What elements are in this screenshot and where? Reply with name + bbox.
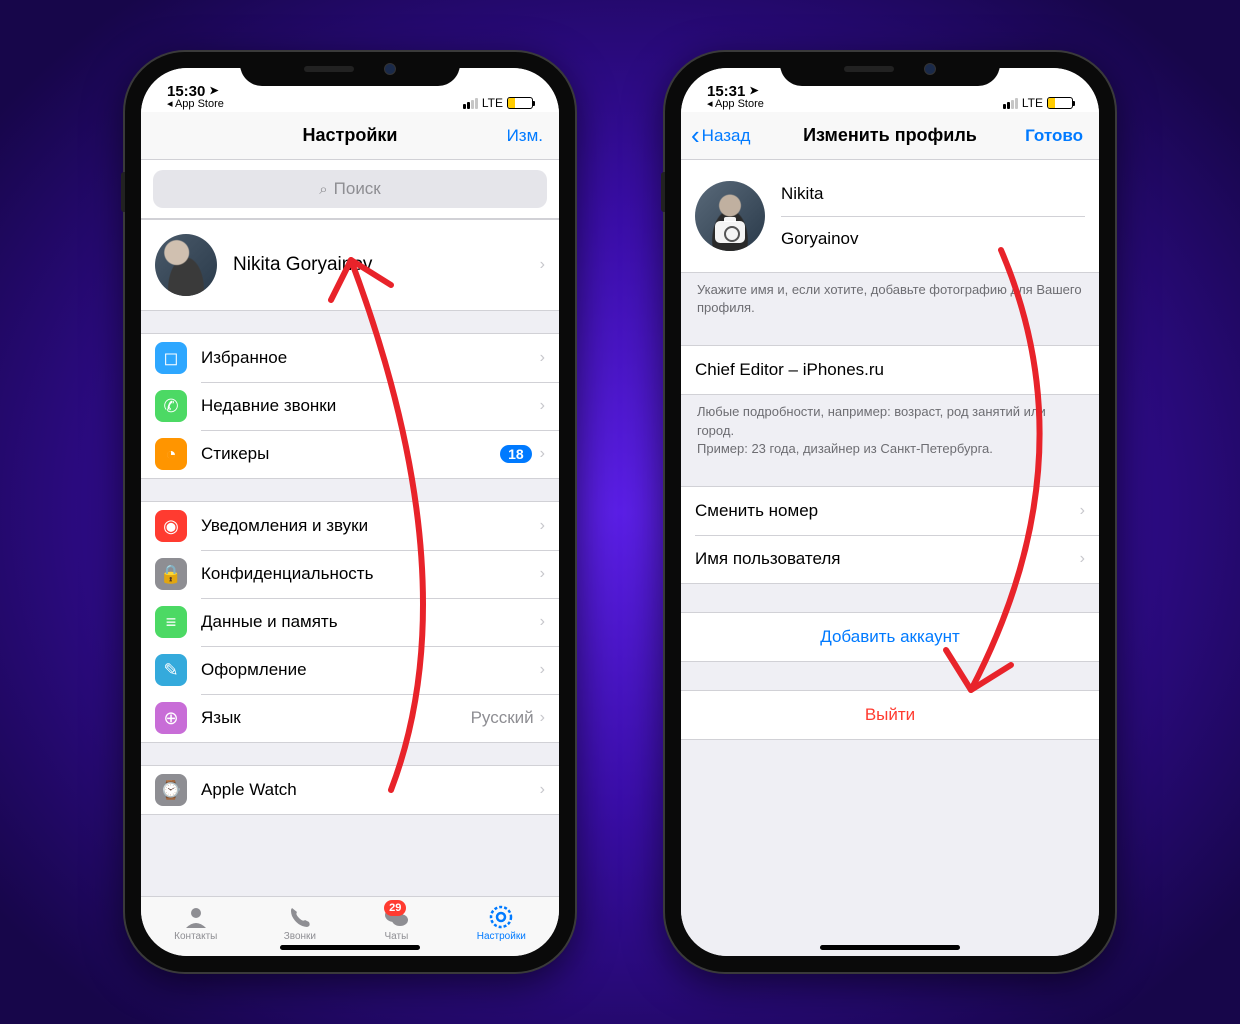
- database-icon: ≡: [155, 606, 187, 638]
- network-label: LTE: [482, 96, 503, 110]
- logout-button[interactable]: Выйти: [681, 691, 1099, 739]
- chats-badge: 29: [384, 900, 406, 916]
- nav-bar: ‹Назад Изменить профиль Готово: [681, 112, 1099, 160]
- profile-name: Nikita Goryainov: [233, 254, 540, 276]
- calls-icon: [286, 904, 314, 930]
- page-title: Настройки: [303, 125, 398, 146]
- contacts-icon: [182, 904, 210, 930]
- change-number-cell[interactable]: Сменить номер ›: [681, 487, 1099, 535]
- home-indicator[interactable]: [820, 945, 960, 950]
- done-button[interactable]: Готово: [1025, 126, 1083, 146]
- privacy-cell[interactable]: 🔒 Конфиденциальность ›: [141, 550, 559, 598]
- sticker-icon: ◔: [155, 438, 187, 470]
- gear-icon: [487, 904, 515, 930]
- phone-right: 15:31 ➤ ◂ App Store LTE ‹Назад Изменить п…: [665, 52, 1115, 972]
- bookmark-icon: ◻: [155, 342, 187, 374]
- chevron-right-icon: ›: [540, 445, 545, 463]
- page-title: Изменить профиль: [803, 125, 977, 146]
- back-to-app[interactable]: ◂ App Store: [707, 99, 764, 110]
- tab-contacts[interactable]: Контакты: [174, 904, 217, 942]
- home-indicator[interactable]: [280, 945, 420, 950]
- avatar: [155, 234, 217, 296]
- language-value: Русский: [471, 708, 534, 728]
- chevron-right-icon: ›: [540, 397, 545, 415]
- notch: [240, 52, 460, 86]
- back-button[interactable]: ‹Назад: [691, 126, 750, 146]
- tab-settings[interactable]: Настройки: [477, 904, 526, 942]
- location-icon: ➤: [749, 86, 758, 97]
- chevron-right-icon: ›: [540, 349, 545, 367]
- chevron-right-icon: ›: [540, 256, 545, 274]
- signal-icon: [1003, 98, 1018, 109]
- phone-icon: ✆: [155, 390, 187, 422]
- chevron-right-icon: ›: [540, 517, 545, 535]
- edit-button[interactable]: Изм.: [507, 126, 543, 146]
- search-icon: ⌕: [319, 181, 327, 198]
- bio-input[interactable]: Chief Editor – iPhones.ru: [681, 346, 1099, 394]
- chevron-left-icon: ‹: [691, 129, 700, 142]
- globe-icon: ⊕: [155, 702, 187, 734]
- chevron-right-icon: ›: [540, 661, 545, 679]
- notch: [780, 52, 1000, 86]
- chevron-right-icon: ›: [1080, 550, 1085, 568]
- notifications-cell[interactable]: ◉ Уведомления и звуки ›: [141, 502, 559, 550]
- battery-icon: [507, 97, 533, 109]
- language-cell[interactable]: ⊕ Язык Русский ›: [141, 694, 559, 742]
- brush-icon: ✎: [155, 654, 187, 686]
- recent-calls-cell[interactable]: ✆ Недавние звонки ›: [141, 382, 559, 430]
- appearance-cell[interactable]: ✎ Оформление ›: [141, 646, 559, 694]
- first-name-input[interactable]: Nikita: [781, 172, 1085, 216]
- tab-chats[interactable]: 29 Чаты: [382, 904, 410, 942]
- back-to-app[interactable]: ◂ App Store: [167, 99, 224, 110]
- notification-icon: ◉: [155, 510, 187, 542]
- network-label: LTE: [1022, 96, 1043, 110]
- name-hint: Укажите имя и, если хотите, добавьте фот…: [681, 273, 1099, 317]
- data-storage-cell[interactable]: ≡ Данные и память ›: [141, 598, 559, 646]
- chevron-right-icon: ›: [540, 565, 545, 583]
- camera-icon: [715, 221, 745, 243]
- watch-icon: ⌚: [155, 774, 187, 806]
- status-time: 15:31: [707, 84, 745, 99]
- last-name-input[interactable]: Goryainov: [781, 216, 1085, 260]
- battery-icon: [1047, 97, 1073, 109]
- stickers-cell[interactable]: ◔ Стикеры 18 ›: [141, 430, 559, 478]
- chevron-right-icon: ›: [540, 781, 545, 799]
- favorites-cell[interactable]: ◻ Избранное ›: [141, 334, 559, 382]
- profile-cell[interactable]: Nikita Goryainov ›: [141, 220, 559, 310]
- chevron-right-icon: ›: [1080, 502, 1085, 520]
- tab-calls[interactable]: Звонки: [284, 904, 316, 942]
- location-icon: ➤: [209, 86, 218, 97]
- avatar-edit-button[interactable]: [695, 181, 765, 251]
- badge: 18: [500, 445, 532, 463]
- chevron-right-icon: ›: [540, 613, 545, 631]
- bio-hint: Любые подробности, например: возраст, ро…: [681, 395, 1099, 458]
- apple-watch-cell[interactable]: ⌚ Apple Watch ›: [141, 766, 559, 814]
- nav-bar: Настройки Изм.: [141, 112, 559, 160]
- signal-icon: [463, 98, 478, 109]
- status-time: 15:30: [167, 84, 205, 99]
- search-placeholder: Поиск: [334, 179, 381, 199]
- phone-left: 15:30 ➤ ◂ App Store LTE Настройки Изм. ⌕ …: [125, 52, 575, 972]
- search-input[interactable]: ⌕ Поиск: [153, 170, 547, 208]
- chevron-right-icon: ›: [540, 709, 545, 727]
- lock-icon: 🔒: [155, 558, 187, 590]
- add-account-button[interactable]: Добавить аккаунт: [681, 613, 1099, 661]
- username-cell[interactable]: Имя пользователя ›: [681, 535, 1099, 583]
